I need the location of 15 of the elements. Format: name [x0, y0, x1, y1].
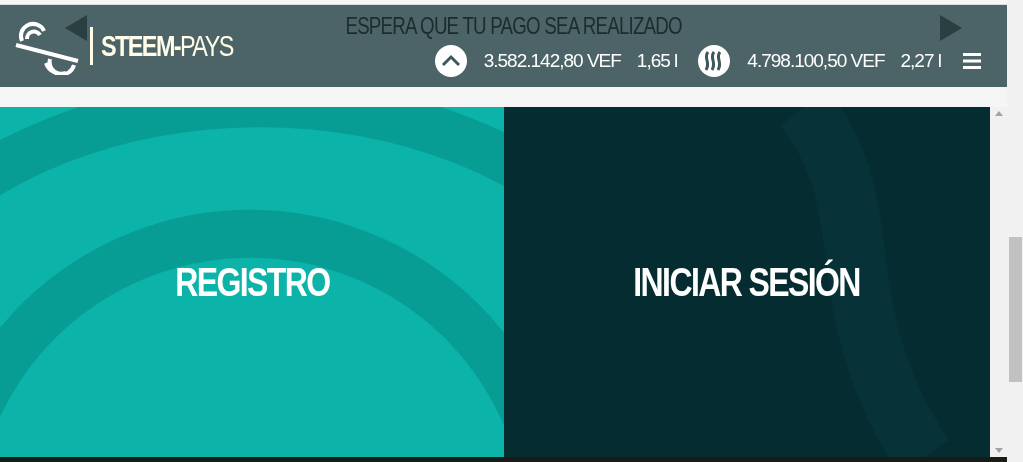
scroll-down-icon[interactable]: [994, 448, 1003, 453]
carousel-title: ESPERA QUE TU PAGO SEA REALIZADO: [345, 13, 682, 39]
change-text: 1,65 l: [636, 50, 678, 72]
scroll-up-icon[interactable]: [994, 111, 1003, 116]
change-text: 2,27 l: [900, 50, 941, 72]
wave-logo-icon: [697, 44, 732, 78]
price-text: 4.798.100,50 VEF: [747, 50, 885, 72]
right-arrow-icon[interactable]: [940, 15, 962, 41]
menu-icon[interactable]: [963, 53, 981, 69]
action-panel[interactable]: INICIAR SESIÓN: [504, 107, 990, 457]
brand-name[interactable]: STEEM-PAYS: [101, 29, 233, 63]
chevron-up-icon: [433, 44, 468, 78]
price-text: 3.582.142,80 VEF: [483, 50, 621, 72]
scrollbar-thumb[interactable]: [1009, 237, 1022, 382]
left-arrow-icon[interactable]: [65, 15, 87, 41]
